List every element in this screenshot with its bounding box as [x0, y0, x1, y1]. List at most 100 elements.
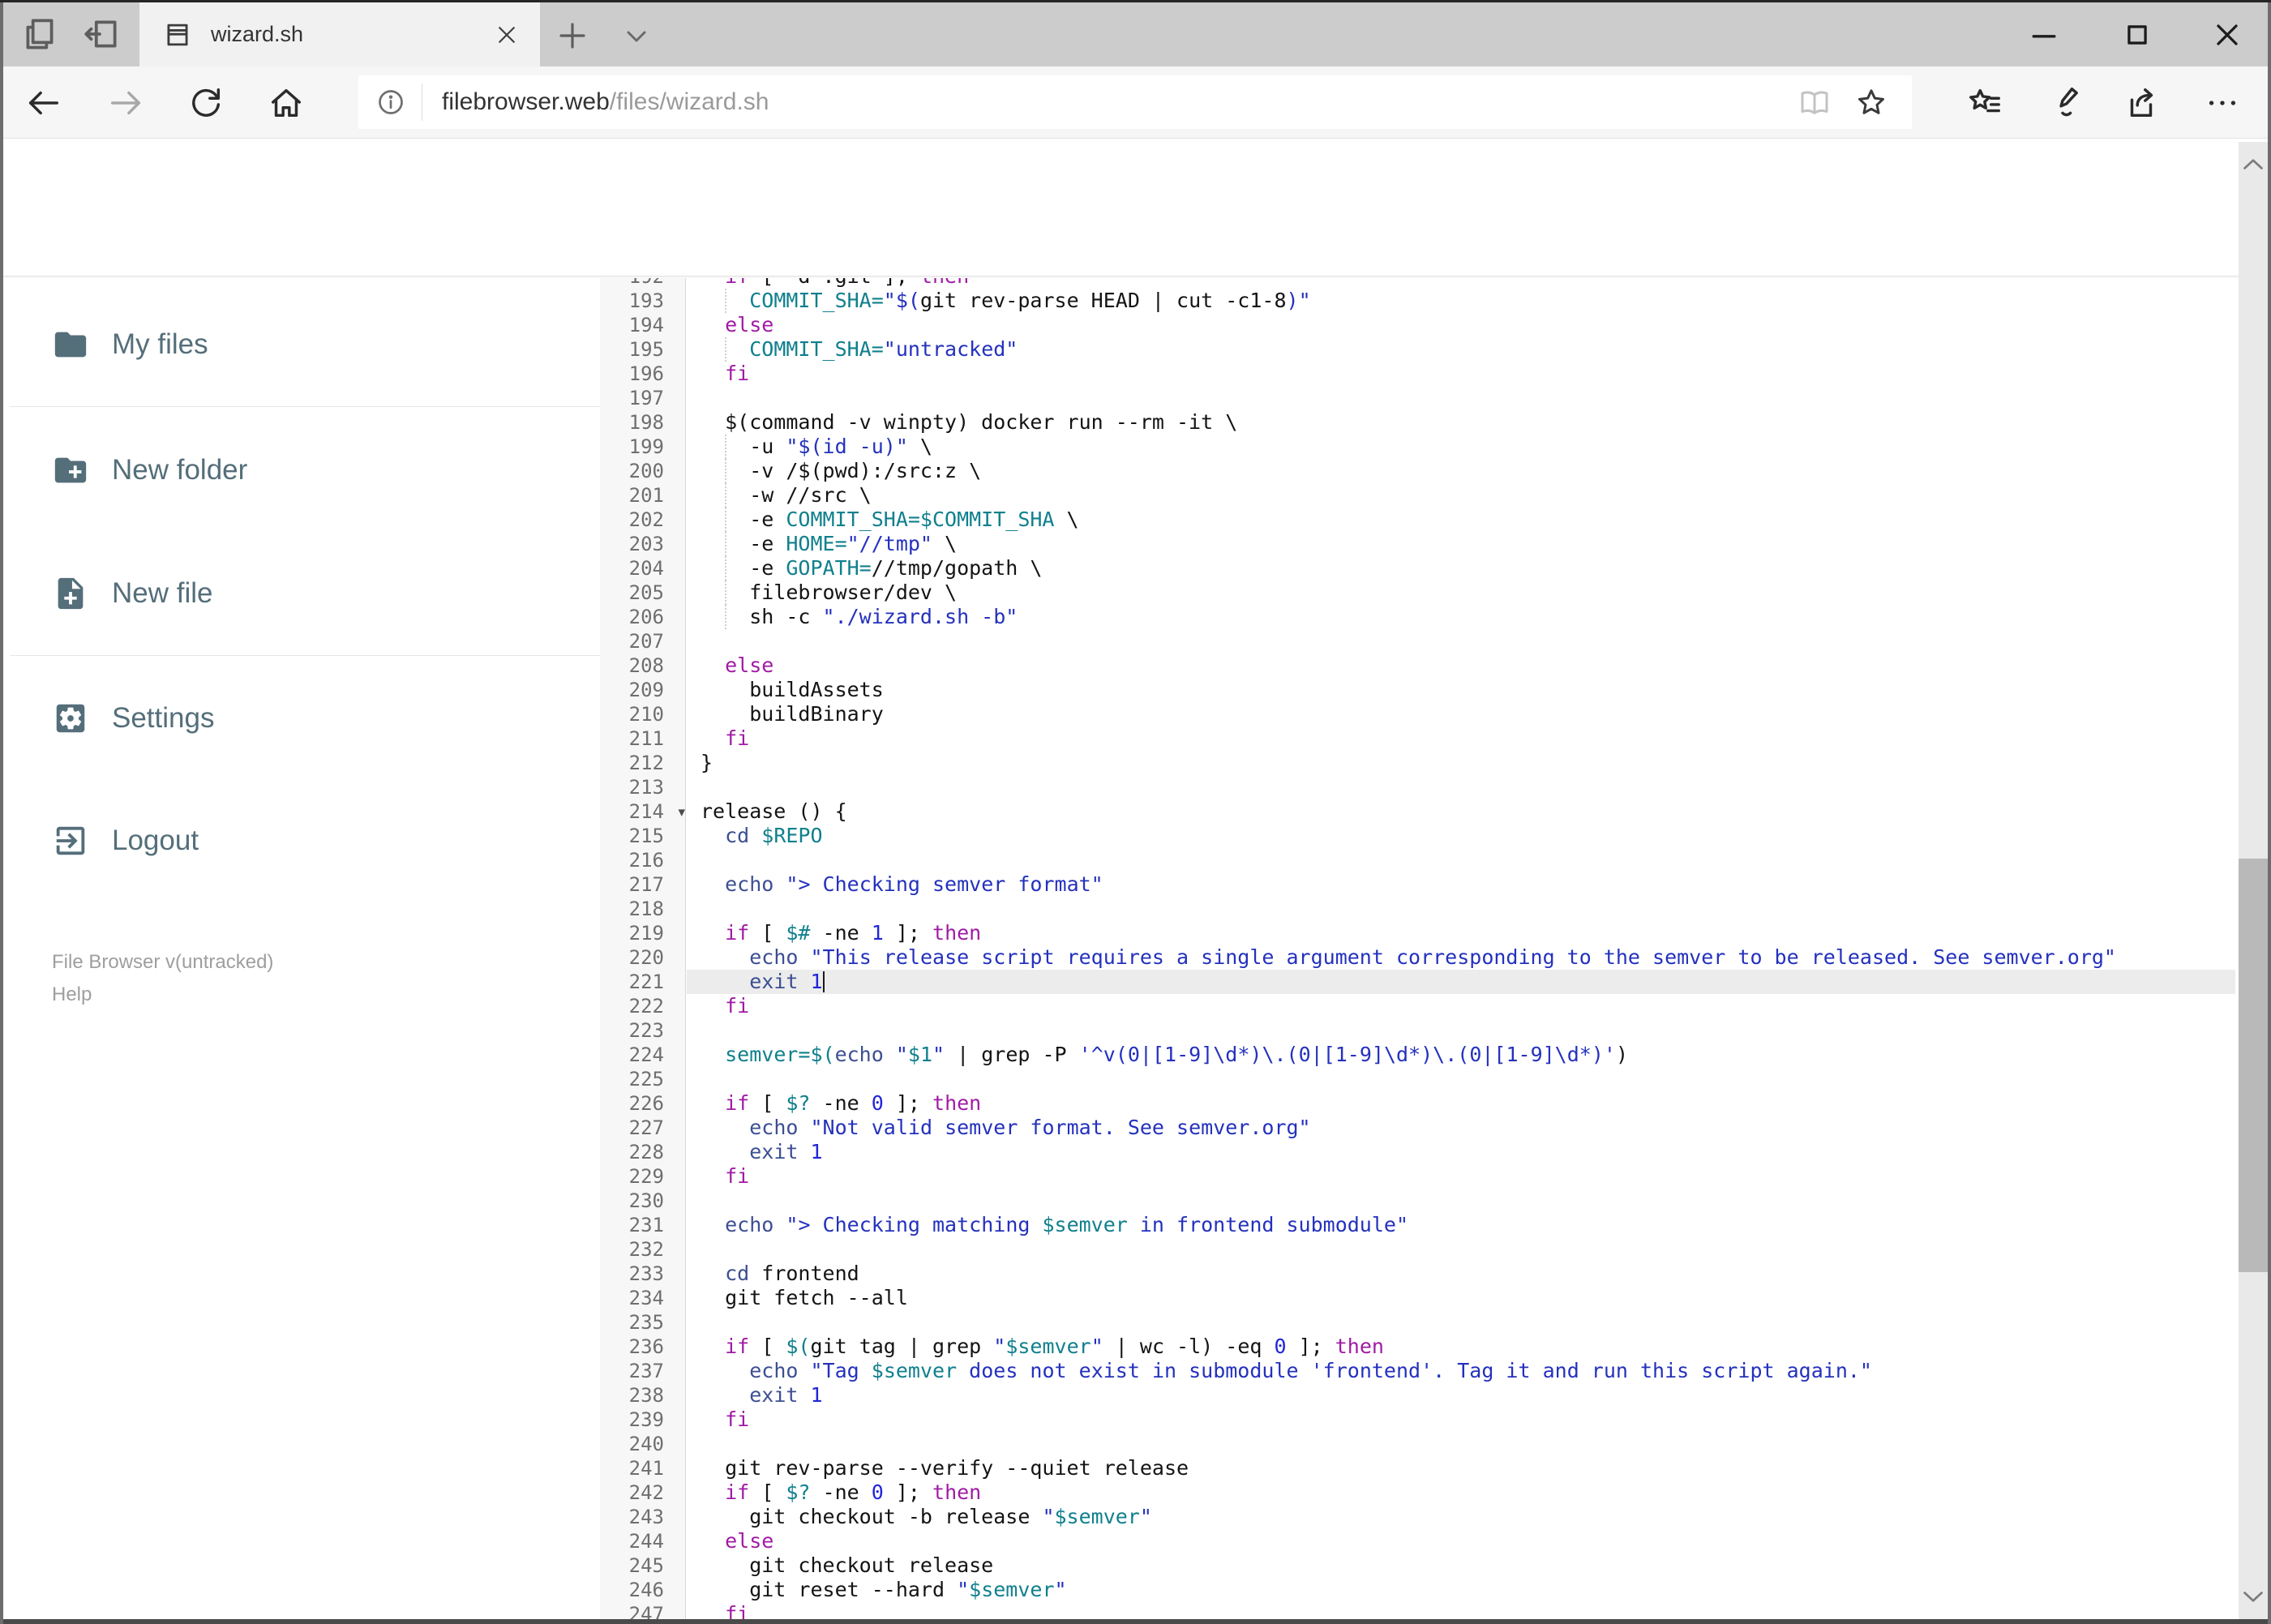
code-line-text[interactable] — [687, 1018, 2235, 1043]
code-line-text[interactable] — [687, 897, 2235, 921]
code-line[interactable]: 215 cd $REPO — [600, 824, 2235, 848]
address-bar[interactable]: filebrowser.web/files/wizard.sh — [358, 75, 1912, 129]
code-line-text[interactable] — [687, 1067, 2235, 1091]
code-line-text[interactable]: exit 1 — [687, 970, 2235, 994]
share-button[interactable] — [2123, 84, 2160, 122]
minimize-button[interactable] — [2003, 12, 2085, 58]
sidebar-item-new-file[interactable]: New file — [3, 574, 600, 613]
code-line-text[interactable]: -e GOPATH=//tmp/gopath \ — [687, 556, 2235, 581]
code-line[interactable]: 233 cd frontend — [600, 1262, 2235, 1286]
new-tab-button[interactable] — [555, 19, 589, 53]
code-line[interactable]: 222 fi — [600, 994, 2235, 1018]
code-line[interactable]: 238 exit 1 — [600, 1383, 2235, 1408]
code-line[interactable]: 241 git rev-parse --verify --quiet relea… — [600, 1456, 2235, 1480]
code-line[interactable]: 240 — [600, 1432, 2235, 1456]
code-line[interactable]: 220 echo "This release script requires a… — [600, 945, 2235, 970]
sidebar-item-settings[interactable]: Settings — [3, 699, 600, 738]
code-line[interactable]: 226 if [ $? -ne 0 ]; then — [600, 1091, 2235, 1116]
code-line-text[interactable]: -e HOME="//tmp" \ — [687, 532, 2235, 556]
code-line[interactable]: 193 COMMIT_SHA="$(git rev-parse HEAD | c… — [600, 289, 2235, 313]
code-line-text[interactable]: -u "$(id -u)" \ — [687, 435, 2235, 459]
code-line[interactable]: 201 -w //src \ — [600, 483, 2235, 508]
favorite-star-icon[interactable] — [1855, 86, 1888, 118]
code-line[interactable]: 202 -e COMMIT_SHA=$COMMIT_SHA \ — [600, 508, 2235, 532]
code-line[interactable]: 243 git checkout -b release "$semver" — [600, 1505, 2235, 1529]
code-line-text[interactable]: fi — [687, 362, 2235, 386]
code-line-text[interactable]: fi — [687, 1408, 2235, 1432]
code-line-text[interactable]: git reset --hard "$semver" — [687, 1578, 2235, 1602]
code-line-text[interactable] — [687, 848, 2235, 872]
code-line-text[interactable]: echo "Tag $semver does not exist in subm… — [687, 1359, 2235, 1383]
tab-list-button[interactable] — [620, 20, 653, 53]
code-line[interactable]: 216 — [600, 848, 2235, 872]
code-line-text[interactable]: else — [687, 1529, 2235, 1553]
code-line[interactable]: 208 else — [600, 653, 2235, 678]
tab-close-icon[interactable] — [495, 23, 519, 47]
code-line[interactable]: 232 — [600, 1237, 2235, 1262]
code-line[interactable]: 245 git checkout release — [600, 1553, 2235, 1578]
code-line[interactable]: 207 — [600, 629, 2235, 653]
code-line-text[interactable]: if [ $# -ne 1 ]; then — [687, 921, 2235, 945]
code-line[interactable]: 217 echo "> Checking semver format" — [600, 872, 2235, 897]
code-line-text[interactable]: fi — [687, 994, 2235, 1018]
back-button[interactable] — [24, 84, 62, 122]
code-line-text[interactable]: } — [687, 751, 2235, 775]
code-line[interactable]: 200 -v /$(pwd):/src:z \ — [600, 459, 2235, 483]
code-line[interactable]: 198 $(command -v winpty) docker run --rm… — [600, 410, 2235, 435]
code-line[interactable]: 230 — [600, 1189, 2235, 1213]
sidebar-item-new-folder[interactable]: New folder — [3, 451, 600, 490]
code-line-text[interactable]: COMMIT_SHA="$(git rev-parse HEAD | cut -… — [687, 289, 2235, 313]
code-line-text[interactable]: if [ $(git tag | grep "$semver" | wc -l)… — [687, 1335, 2235, 1359]
code-line-text[interactable]: echo "Not valid semver format. See semve… — [687, 1116, 2235, 1140]
code-line-text[interactable]: fi — [687, 726, 2235, 751]
scroll-down-button[interactable] — [2239, 1582, 2268, 1611]
code-line[interactable]: 223 — [600, 1018, 2235, 1043]
more-button[interactable] — [2204, 84, 2241, 122]
scrollbar-thumb[interactable] — [2239, 859, 2268, 1272]
sidebar-item-logout[interactable]: Logout — [3, 821, 600, 860]
code-line-text[interactable]: release () { — [687, 799, 2235, 824]
code-line-text[interactable]: buildBinary — [687, 702, 2235, 726]
code-line-text[interactable]: COMMIT_SHA="untracked" — [687, 337, 2235, 362]
code-line[interactable]: 219 if [ $# -ne 1 ]; then — [600, 921, 2235, 945]
code-editor[interactable]: 192 if [ -d .git ]; then193 COMMIT_SHA="… — [600, 278, 2235, 1619]
code-line[interactable]: 225 — [600, 1067, 2235, 1091]
code-line-text[interactable] — [687, 1237, 2235, 1262]
code-line[interactable]: 213 — [600, 775, 2235, 799]
code-line-text[interactable] — [687, 775, 2235, 799]
code-line-text[interactable]: $(command -v winpty) docker run --rm -it… — [687, 410, 2235, 435]
code-line[interactable]: 235 — [600, 1310, 2235, 1335]
code-line-text[interactable]: echo "> Checking matching $semver in fro… — [687, 1213, 2235, 1237]
code-line-text[interactable]: fi — [687, 1602, 2235, 1619]
code-line[interactable]: 224 semver=$(echo "$1" | grep -P '^v(0|[… — [600, 1043, 2235, 1067]
forward-button[interactable] — [108, 84, 145, 122]
code-line-text[interactable]: exit 1 — [687, 1140, 2235, 1164]
code-line-text[interactable]: else — [687, 313, 2235, 337]
code-line-text[interactable]: git checkout release — [687, 1553, 2235, 1578]
tab-preview-button[interactable] — [19, 14, 60, 54]
code-line[interactable]: 247 fi — [600, 1602, 2235, 1619]
code-line-text[interactable]: if [ -d .git ]; then — [687, 278, 2235, 289]
code-line[interactable]: 229 fi — [600, 1164, 2235, 1189]
code-line-text[interactable]: git rev-parse --verify --quiet release — [687, 1456, 2235, 1480]
code-line[interactable]: 196 fi — [600, 362, 2235, 386]
code-line-text[interactable] — [687, 1432, 2235, 1456]
home-button[interactable] — [268, 84, 305, 122]
close-button[interactable] — [2187, 12, 2268, 58]
code-line[interactable]: 221 exit 1 — [600, 970, 2235, 994]
refresh-button[interactable] — [187, 84, 225, 122]
code-line-text[interactable]: buildAssets — [687, 678, 2235, 702]
code-line[interactable]: 246 git reset --hard "$semver" — [600, 1578, 2235, 1602]
maximize-button[interactable] — [2097, 12, 2178, 58]
code-line[interactable]: 242 if [ $? -ne 0 ]; then — [600, 1480, 2235, 1505]
code-line[interactable]: 197 — [600, 386, 2235, 410]
code-line-text[interactable]: echo "> Checking semver format" — [687, 872, 2235, 897]
code-line[interactable]: 237 echo "Tag $semver does not exist in … — [600, 1359, 2235, 1383]
code-line-text[interactable]: exit 1 — [687, 1383, 2235, 1408]
code-line[interactable]: 195 COMMIT_SHA="untracked" — [600, 337, 2235, 362]
code-line-text[interactable] — [687, 1310, 2235, 1335]
sidebar-item-my-files[interactable]: My files — [3, 325, 600, 364]
scroll-up-button[interactable] — [2239, 150, 2268, 179]
annotate-button[interactable] — [2043, 84, 2080, 122]
code-line[interactable]: 244 else — [600, 1529, 2235, 1553]
